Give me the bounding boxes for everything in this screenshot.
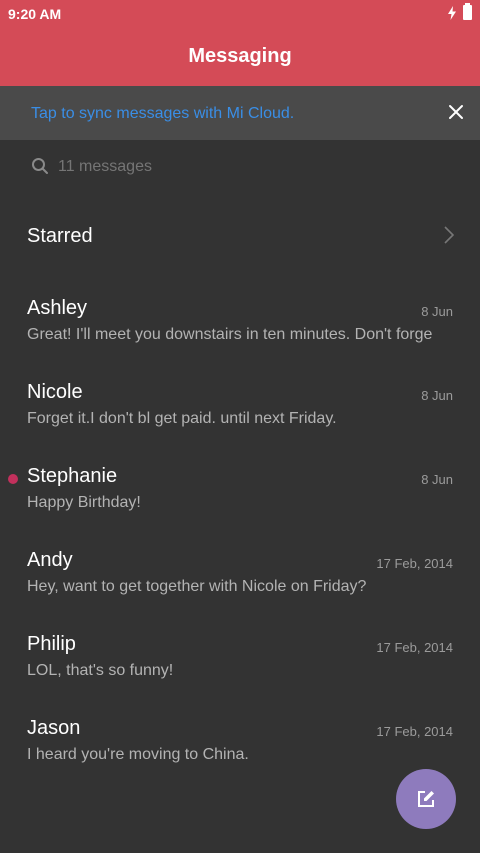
message-preview: Happy Birthday! bbox=[27, 494, 141, 511]
starred-folder[interactable]: Starred bbox=[0, 210, 480, 262]
message-date: 17 Feb, 2014 bbox=[376, 724, 453, 739]
compose-button[interactable] bbox=[396, 769, 456, 829]
conversation-list: Ashley 8 Jun Great! I'll meet you downst… bbox=[0, 290, 480, 794]
message-preview: Great! I'll meet you downstairs in ten m… bbox=[27, 326, 433, 343]
unread-indicator bbox=[8, 474, 18, 484]
close-icon[interactable] bbox=[448, 104, 464, 120]
app-bar: Messaging bbox=[0, 28, 480, 86]
conversation-item[interactable]: Philip 17 Feb, 2014 LOL, that's so funny… bbox=[0, 626, 480, 710]
conversation-item[interactable]: Ashley 8 Jun Great! I'll meet you downst… bbox=[0, 290, 480, 374]
contact-name: Andy bbox=[27, 549, 73, 571]
contact-name: Nicole bbox=[27, 381, 83, 403]
contact-name: Jason bbox=[27, 717, 81, 739]
message-date: 17 Feb, 2014 bbox=[376, 556, 453, 571]
message-date: 17 Feb, 2014 bbox=[376, 640, 453, 655]
message-date: 8 Jun bbox=[421, 304, 453, 319]
conversation-item[interactable]: Andy 17 Feb, 2014 Hey, want to get toget… bbox=[0, 542, 480, 626]
contact-name: Ashley bbox=[27, 297, 88, 319]
message-preview: I heard you're moving to China. bbox=[27, 746, 249, 763]
conversation-item[interactable]: Stephanie 8 Jun Happy Birthday! bbox=[0, 458, 480, 542]
status-icons bbox=[447, 3, 472, 20]
page-title: Messaging bbox=[188, 45, 292, 67]
status-bar: 9:20 AM bbox=[0, 0, 480, 28]
message-preview: LOL, that's so funny! bbox=[27, 662, 174, 679]
message-preview: Forget it.I don't bl get paid. until nex… bbox=[27, 410, 337, 427]
battery-icon bbox=[463, 3, 472, 20]
starred-label: Starred bbox=[27, 225, 93, 247]
conversation-item[interactable]: Nicole 8 Jun Forget it.I don't bl get pa… bbox=[0, 374, 480, 458]
sync-banner[interactable]: Tap to sync messages with Mi Cloud. bbox=[0, 86, 480, 140]
search-bar[interactable] bbox=[0, 140, 480, 194]
message-date: 8 Jun bbox=[421, 388, 453, 403]
message-date: 8 Jun bbox=[421, 472, 453, 487]
compose-icon bbox=[418, 791, 434, 807]
sync-banner-text[interactable]: Tap to sync messages with Mi Cloud. bbox=[31, 105, 294, 123]
search-icon bbox=[32, 158, 48, 174]
search-input[interactable] bbox=[58, 158, 438, 176]
charging-bolt-icon bbox=[448, 5, 456, 20]
message-preview: Hey, want to get together with Nicole on… bbox=[27, 578, 367, 595]
contact-name: Stephanie bbox=[27, 465, 118, 487]
status-time: 9:20 AM bbox=[8, 6, 62, 22]
chevron-right-icon bbox=[444, 226, 454, 244]
contact-name: Philip bbox=[27, 633, 76, 655]
